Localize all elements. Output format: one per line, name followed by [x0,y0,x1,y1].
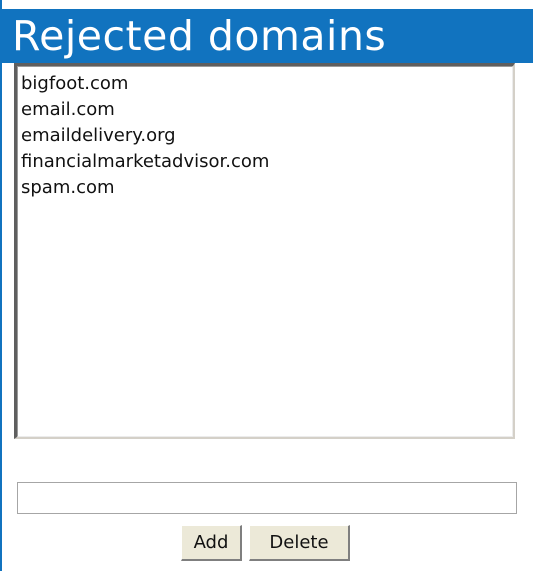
delete-button[interactable]: Delete [249,525,350,561]
domain-list-item[interactable]: bigfoot.com [21,71,512,97]
panel-header: Rejected domains [0,9,533,63]
rejected-domains-panel: Rejected domains bigfoot.com email.com e… [0,0,533,571]
panel-title: Rejected domains [12,12,387,60]
domain-list-item[interactable]: emaildelivery.org [21,123,512,149]
rejected-domains-listbox[interactable]: bigfoot.com email.com emaildelivery.org … [14,63,515,439]
new-domain-input[interactable] [17,482,517,514]
domain-list-item[interactable]: financialmarketadvisor.com [21,149,512,175]
domain-list-item[interactable]: spam.com [21,175,512,201]
listbox-content: bigfoot.com email.com emaildelivery.org … [17,66,513,437]
panel-left-border [0,0,2,571]
domain-list-item[interactable]: email.com [21,97,512,123]
add-button[interactable]: Add [181,525,242,561]
